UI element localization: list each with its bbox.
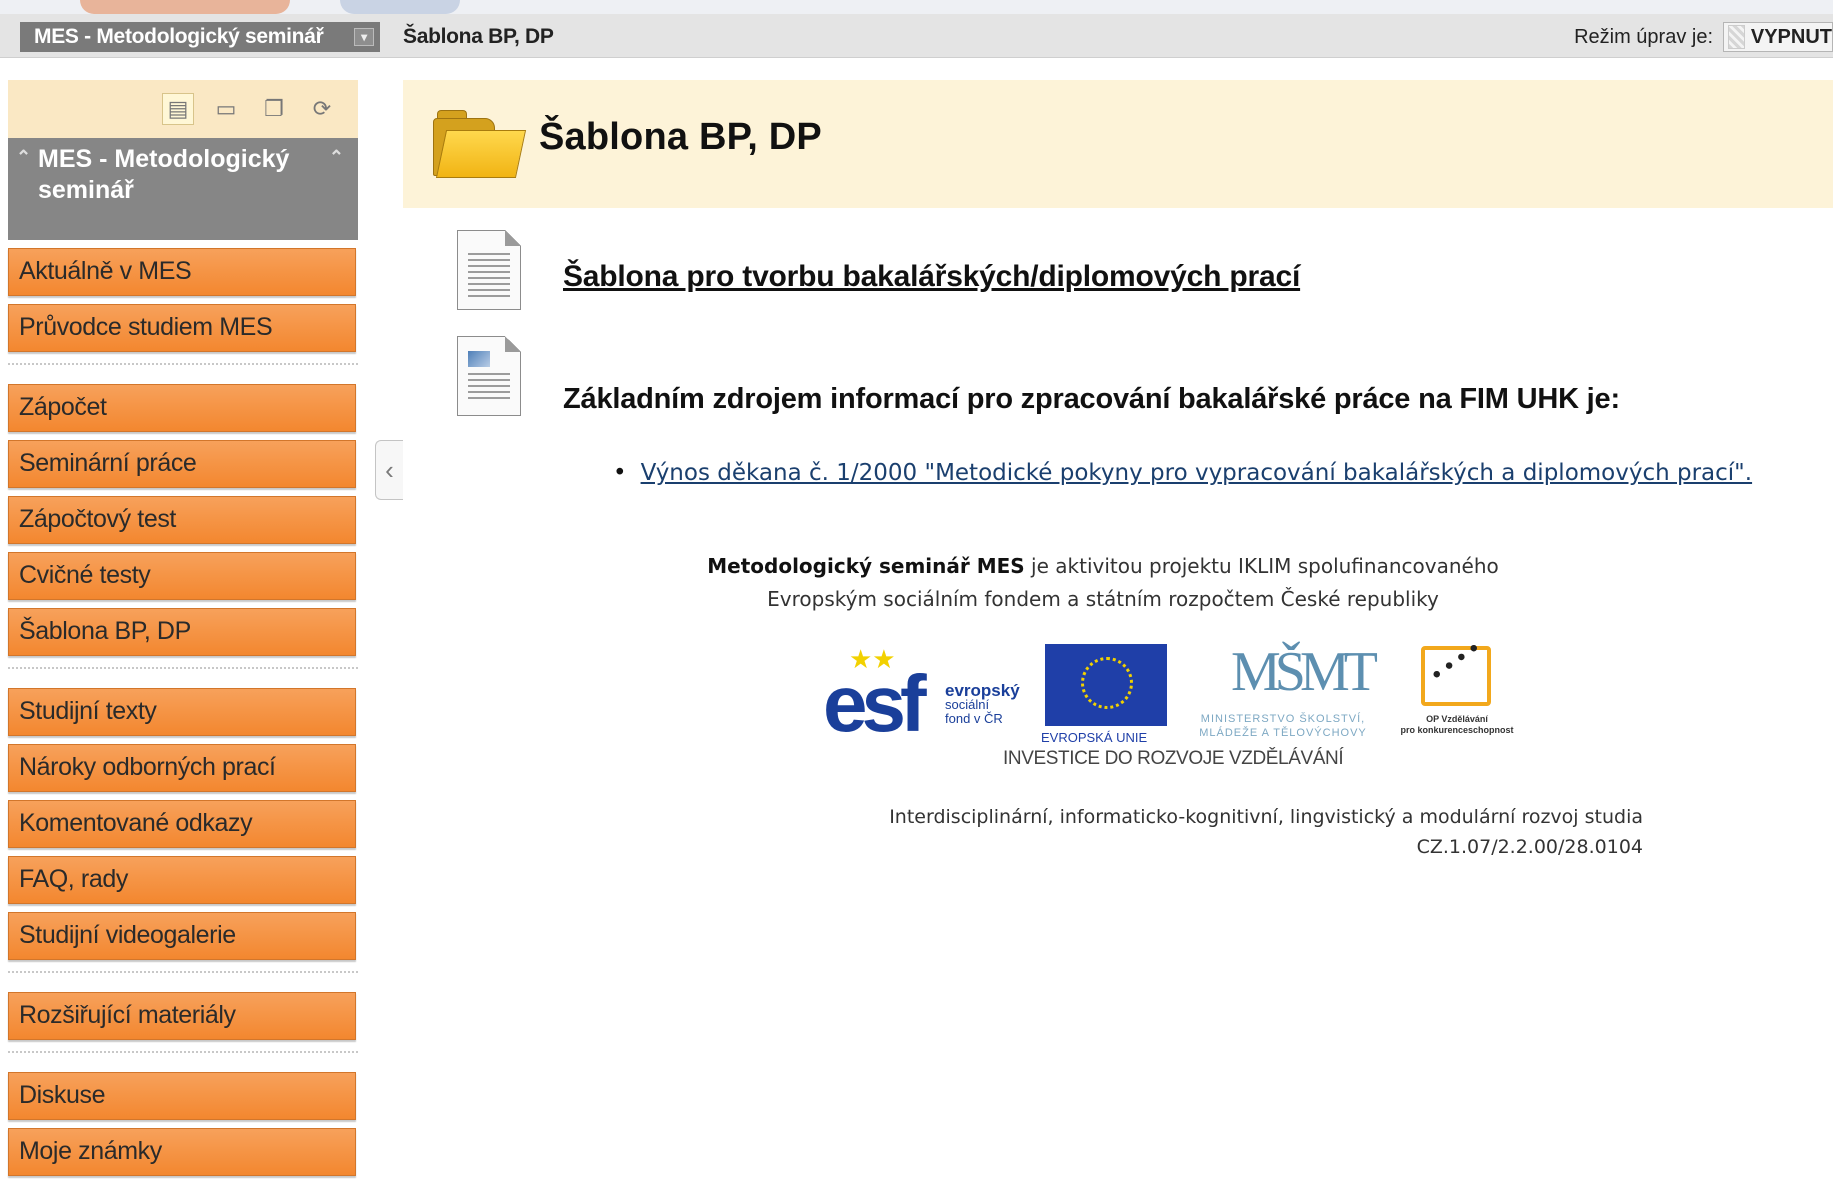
list-view-icon[interactable]: ▤ xyxy=(162,93,194,125)
sidebar: ▤ ▭ ❐ ⟳ ⌃ MES - Metodologický seminář ⌃ … xyxy=(8,80,358,1197)
collapse-up-icon[interactable]: ⌃ xyxy=(329,142,344,173)
main-content: Šablona BP, DP Šablona pro tvorbu bakalá… xyxy=(403,80,1833,1197)
folder-icon xyxy=(433,110,527,178)
page-icon[interactable] xyxy=(457,336,521,416)
chevron-left-icon: ‹ xyxy=(385,454,394,485)
sidebar-item-zapoctovy-test[interactable]: Zápočtový test xyxy=(8,496,356,544)
sidebar-item-rozsirujici[interactable]: Rozšiřující materiály xyxy=(8,992,356,1040)
info-heading: Základním zdrojem informací pro zpracová… xyxy=(563,383,1620,415)
sidebar-item-komentovane-odkazy[interactable]: Komentované odkazy xyxy=(8,800,356,848)
page-banner: Šablona BP, DP xyxy=(403,80,1833,208)
sidebar-item-moje-znamky[interactable]: Moje známky xyxy=(8,1128,356,1176)
sidebar-item-naroky[interactable]: Nároky odborných prací xyxy=(8,744,356,792)
sidebar-title-text: MES - Metodologický seminář xyxy=(38,145,290,204)
sidebar-course-title[interactable]: ⌃ MES - Metodologický seminář ⌃ xyxy=(8,138,358,240)
edit-mode-value: VYPNUT xyxy=(1750,25,1832,48)
decree-link[interactable]: Výnos děkana č. 1/2000 "Metodické pokyny… xyxy=(641,460,1753,486)
sidebar-collapse-handle[interactable]: ‹ xyxy=(375,440,403,500)
credit-bold: Metodologický seminář MES xyxy=(707,554,1025,578)
list-item: • Výnos děkana č. 1/2000 "Metodické pokyn… xyxy=(613,460,1752,486)
header-bar: MES - Metodologický seminář ▾ Šablona BP… xyxy=(0,14,1833,58)
chevron-down-icon[interactable]: ▾ xyxy=(354,28,374,46)
template-file-link[interactable]: Šablona pro tvorbu bakalářských/diplomov… xyxy=(563,260,1300,294)
sidebar-item-videogalerie[interactable]: Studijní videogalerie xyxy=(8,912,356,960)
divider xyxy=(8,1040,358,1064)
window-icon[interactable]: ❐ xyxy=(258,93,290,125)
project-name: Interdisciplinární, informaticko-kogniti… xyxy=(889,806,1643,828)
sidebar-toolbar: ▤ ▭ ❐ ⟳ xyxy=(8,80,358,138)
project-info: Interdisciplinární, informaticko-kogniti… xyxy=(803,802,1643,862)
sidebar-item-faq[interactable]: FAQ, rady xyxy=(8,856,356,904)
credit-line2: Evropským sociálním fondem a státním roz… xyxy=(767,587,1439,611)
project-code: CZ.1.07/2.2.00/28.0104 xyxy=(1416,836,1643,858)
esf-logo: ★★ esf evropský sociální fond v ČR xyxy=(823,644,1020,748)
sidebar-item-aktualne[interactable]: Aktuálně v MES xyxy=(8,248,356,296)
course-select-label: MES - Metodologický seminář xyxy=(34,25,324,48)
sidebar-item-cvicne-testy[interactable]: Cvičné testy xyxy=(8,552,356,600)
page-title: Šablona BP, DP xyxy=(539,116,822,158)
breadcrumb: Šablona BP, DP xyxy=(403,25,554,48)
refresh-icon[interactable]: ⟳ xyxy=(306,93,338,125)
sidebar-item-pruvodce[interactable]: Průvodce studiem MES xyxy=(8,304,356,352)
sidebar-item-sablona[interactable]: Šablona BP, DP xyxy=(8,608,356,656)
funding-credit: Metodologický seminář MES je aktivitou p… xyxy=(703,550,1503,616)
toggle-icon xyxy=(1728,25,1745,49)
document-icon[interactable] xyxy=(457,230,521,310)
sidebar-item-diskuse[interactable]: Diskuse xyxy=(8,1072,356,1120)
divider xyxy=(8,656,358,680)
edit-mode-label: Režim úprav je: xyxy=(1574,25,1713,48)
msmt-logo: MŠMT MINISTERSTVO ŠKOLSTVÍ, MLÁDEŽE A TĚ… xyxy=(1199,641,1378,739)
credit-text: je aktivitou projektu IKLIM spolufinanco… xyxy=(1024,554,1499,578)
op-vk-logo: • • • • OP Vzdělávání pro konkurencescho… xyxy=(1400,635,1514,735)
collapse-up-icon[interactable]: ⌃ xyxy=(16,142,31,173)
top-decoration xyxy=(0,0,1833,14)
eu-label: EVROPSKÁ UNIE xyxy=(1041,730,1148,745)
folder-view-icon[interactable]: ▭ xyxy=(210,93,242,125)
top-tab-decoration xyxy=(340,0,460,14)
divider xyxy=(8,352,358,376)
sidebar-item-zapocet[interactable]: Zápočet xyxy=(8,384,356,432)
investice-slogan: INVESTICE DO ROZVOJE VZDĚLÁVÁNÍ xyxy=(1003,748,1344,769)
top-tab-decoration xyxy=(80,0,290,14)
edit-mode: Režim úprav je: VYPNUT xyxy=(1574,22,1833,52)
divider xyxy=(8,960,358,984)
funding-logos: ★★ esf evropský sociální fond v ČR EVROP… xyxy=(823,635,1523,750)
sidebar-item-studijni-texty[interactable]: Studijní texty xyxy=(8,688,356,736)
course-select[interactable]: MES - Metodologický seminář ▾ xyxy=(20,22,380,52)
eu-flag-logo xyxy=(1045,644,1167,726)
edit-mode-toggle[interactable]: VYPNUT xyxy=(1723,22,1833,52)
sidebar-item-seminarni-prace[interactable]: Seminární práce xyxy=(8,440,356,488)
bullet-icon: • xyxy=(613,460,627,486)
